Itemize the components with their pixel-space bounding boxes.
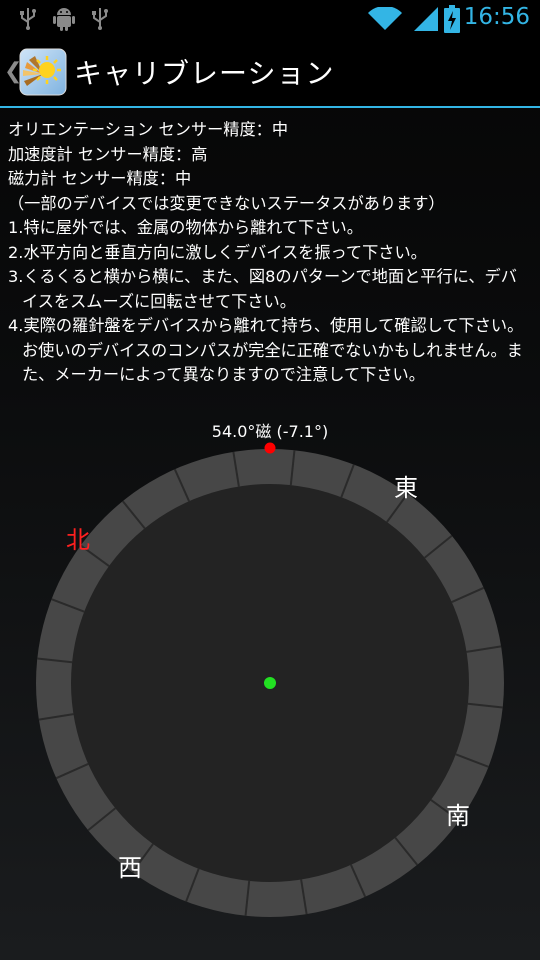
status-bar: 16:56 bbox=[0, 0, 540, 38]
step-1: 1.特に屋外では、金属の物体から離れて下さい。 bbox=[8, 218, 363, 237]
wifi-icon bbox=[368, 7, 402, 30]
calibration-info: オリエンテーション センサー精度：中 加速度計 センサー精度：高 磁力計 センサ… bbox=[8, 118, 532, 388]
compass-graphic bbox=[36, 442, 504, 917]
level-bubble bbox=[264, 677, 276, 689]
compass-dial[interactable]: 54.0°磁 (-7.1°) 北 東 南 西 bbox=[0, 400, 540, 940]
orientation-accuracy: オリエンテーション センサー精度：中 bbox=[8, 120, 289, 139]
west-label: 西 bbox=[118, 854, 142, 882]
step-4: 4.実際の羅針盤をデバイスから離れて持ち、使用して確認して下さい。お使いのデバイ… bbox=[8, 316, 524, 384]
signal-icon bbox=[414, 7, 438, 31]
calibration-screen: 16:56 ❮ キャリブレーション オリエンテーション センサー精度：中 加速度… bbox=[0, 0, 540, 960]
status-time: 16:56 bbox=[463, 4, 530, 30]
action-bar: ❮ キャリブレーション bbox=[0, 38, 540, 108]
south-label: 南 bbox=[446, 802, 470, 830]
android-debug-icon bbox=[53, 8, 75, 31]
battery-charging-icon bbox=[444, 5, 460, 33]
step-3: 3.くるくると横から横に、また、図8のパターンで地面と平行に、デバイスをスムーズ… bbox=[8, 267, 517, 311]
accelerometer-accuracy: 加速度計 センサー精度：高 bbox=[8, 144, 208, 164]
app-logo-icon[interactable] bbox=[19, 48, 67, 96]
usb-icon bbox=[20, 8, 36, 30]
page-title: キャリブレーション bbox=[74, 57, 335, 90]
heading-marker bbox=[264, 442, 276, 454]
heading-readout: 54.0°磁 (-7.1°) bbox=[211, 422, 329, 441]
status-note: （一部のデバイスでは変更できないステータスがあります） bbox=[8, 193, 445, 213]
east-label: 東 bbox=[394, 474, 418, 502]
usb-icon bbox=[92, 8, 108, 30]
step-2: 2.水平方向と垂直方向に激しくデバイスを振って下さい。 bbox=[8, 242, 427, 262]
north-label: 北 bbox=[66, 526, 90, 554]
magnetometer-accuracy: 磁力計 センサー精度：中 bbox=[8, 169, 192, 188]
